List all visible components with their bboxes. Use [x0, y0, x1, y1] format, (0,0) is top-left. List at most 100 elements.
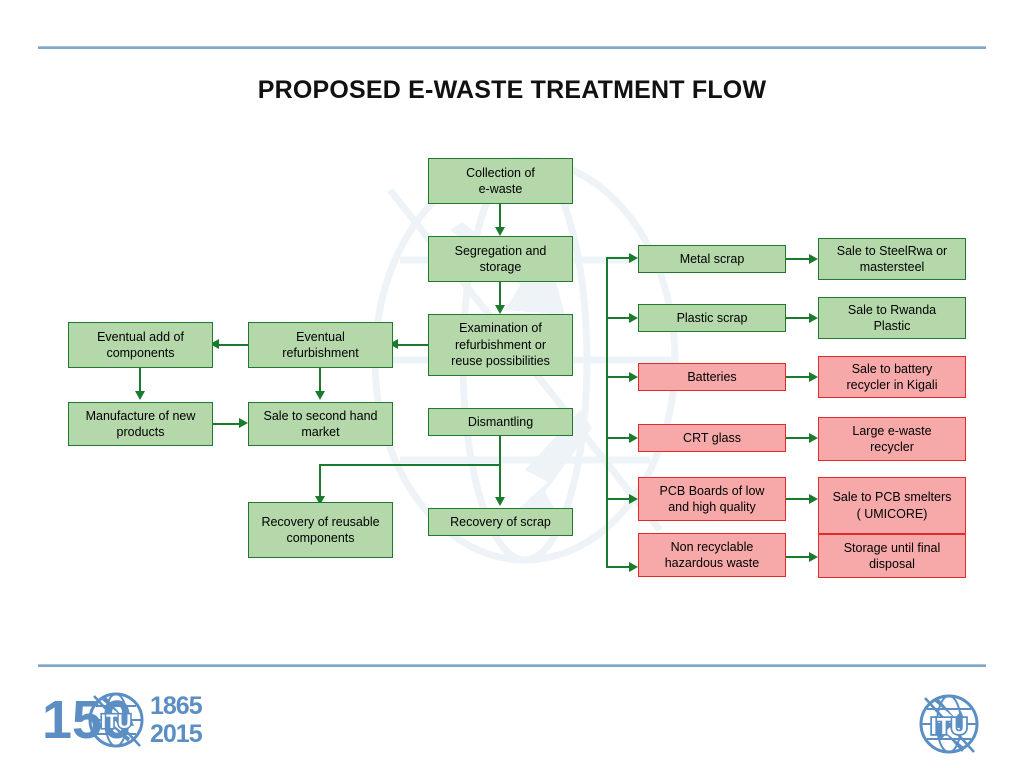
- node-rwanda-plastic-line2: Plastic: [873, 319, 911, 333]
- node-examination-line2: refurbishment or: [454, 337, 546, 352]
- arrowhead-trunk-to-metal-scrap: [629, 253, 638, 263]
- node-rwanda-plastic-line1: Sale to Rwanda: [847, 302, 937, 317]
- node-steelrwa-line2: mastersteel: [859, 260, 925, 274]
- node-metal-scrap-label: Metal scrap: [679, 251, 745, 266]
- connector-trunk-to-hazardous: [606, 566, 630, 569]
- logo-year-to: 2015: [150, 720, 203, 748]
- arrowhead-collection-to-segregation: [495, 227, 505, 236]
- node-hazardous-line2: hazardous waste: [664, 556, 760, 570]
- node-sale-to-battery-recycler: Sale to battery recycler in Kigali: [818, 356, 966, 398]
- connector-crt-glass-to-large-ewaste: [786, 437, 810, 440]
- logo-150-itu-text: ITU: [101, 712, 132, 733]
- node-examination-line3: reuse possibilities: [451, 354, 550, 369]
- node-collection-line2: e-waste: [478, 182, 523, 196]
- node-manufacture-line2: products: [116, 425, 165, 439]
- connector-trunk-to-plastic-scrap: [606, 317, 630, 320]
- node-storage-until-final-disposal: Storage until final disposal: [818, 534, 966, 578]
- node-crt-glass: CRT glass: [638, 424, 786, 452]
- node-segregation-line2: storage: [479, 260, 522, 274]
- arrowhead-segregation-to-examination: [495, 305, 505, 314]
- node-recovery-of-scrap-line1: Recovery of scrap: [450, 514, 551, 529]
- node-pcb-boards-line1: PCB Boards of low: [659, 483, 765, 498]
- connector-collection-to-segregation: [499, 204, 502, 228]
- node-pcb-smelters-line2: ( UMICORE): [856, 506, 928, 521]
- node-manufacture-of-new-products: Manufacture of new products: [68, 402, 213, 446]
- node-add-components-line1: Eventual add of: [97, 329, 184, 344]
- arrowhead-hazardous-to-storage-final: [809, 552, 818, 562]
- connector-trunk-to-crt-glass: [606, 437, 630, 440]
- node-segregation: Segregation and storage: [428, 236, 573, 282]
- connector-examination-to-refurbishment: [398, 344, 430, 347]
- node-steelrwa-line1: Sale to SteelRwa or: [836, 243, 948, 258]
- node-hazardous-line1: Non recyclable: [670, 539, 754, 554]
- node-examination: Examination of refurbishment or reuse po…: [428, 314, 573, 376]
- node-eventual-refurbishment-line1: Eventual: [296, 329, 345, 344]
- node-eventual-refurbishment-line2: refurbishment: [282, 346, 359, 360]
- node-sale-to-second-hand-market: Sale to second hand market: [248, 402, 393, 446]
- node-pcb-boards-line2: and high quality: [668, 500, 756, 514]
- node-plastic-scrap: Plastic scrap: [638, 304, 786, 332]
- connector-trunk-to-metal-scrap: [606, 257, 630, 260]
- node-collection: Collection of e-waste: [428, 158, 573, 204]
- arrowhead-batteries-to-battery-recycler: [809, 372, 818, 382]
- node-large-ewaste-line1: Large e-waste: [852, 423, 932, 438]
- arrowhead-dismantling-to-recovery-scrap: [495, 497, 505, 506]
- node-dismantling: Dismantling: [428, 408, 573, 436]
- arrowhead-crt-glass-to-large-ewaste: [809, 433, 818, 443]
- connector-add-components-to-manufacture: [139, 368, 142, 392]
- node-battery-recycler-line2: recycler in Kigali: [846, 378, 938, 392]
- node-batteries: Batteries: [638, 363, 786, 391]
- arrowhead-pcb-boards-to-pcb-smelters: [809, 494, 818, 504]
- node-eventual-add-of-components: Eventual add of components: [68, 322, 213, 368]
- node-metal-scrap: Metal scrap: [638, 245, 786, 273]
- node-recovery-of-reusable-components: Recovery of reusable components: [248, 502, 393, 558]
- node-second-hand-line2: market: [301, 425, 340, 439]
- connector-metal-scrap-to-steelrwa: [786, 258, 810, 261]
- arrowhead-trunk-to-plastic-scrap: [629, 313, 638, 323]
- arrowhead-trunk-to-pcb-boards: [629, 494, 638, 504]
- node-large-ewaste-line2: recycler: [870, 440, 914, 454]
- itu-logo-text: ITU: [930, 713, 967, 739]
- node-pcb-smelters-line1: Sale to PCB smelters: [832, 490, 952, 504]
- connector-trunk-to-batteries: [606, 376, 630, 379]
- connector-hazardous-to-storage-final: [786, 556, 810, 559]
- node-add-components-line2: components: [106, 346, 175, 360]
- node-storage-final-line1: Storage until final: [843, 540, 941, 555]
- node-examination-line1: Examination of: [459, 321, 542, 336]
- arrowhead-trunk-to-crt-glass: [629, 433, 638, 443]
- node-large-ewaste-recycler: Large e-waste recycler: [818, 417, 966, 461]
- connector-refurbishment-to-add-components: [219, 344, 250, 347]
- itu-150-anniversary-logo: 150 1865 2015 ITU: [42, 690, 204, 750]
- connector-dismantling-to-reusable-drop: [319, 464, 322, 497]
- footer-divider: [38, 664, 986, 667]
- node-batteries-label: Batteries: [687, 369, 737, 384]
- node-sale-to-steelrwa: Sale to SteelRwa or mastersteel: [818, 238, 966, 280]
- node-recovery-of-scrap: Recovery of scrap: [428, 508, 573, 536]
- connector-plastic-scrap-to-rwanda-plastic: [786, 317, 810, 320]
- logo-year-from: 1865: [150, 692, 203, 720]
- connector-fraction-trunk: [606, 257, 609, 568]
- connector-pcb-boards-to-pcb-smelters: [786, 498, 810, 501]
- node-battery-recycler-line1: Sale to battery: [851, 361, 933, 376]
- connector-batteries-to-battery-recycler: [786, 376, 810, 379]
- connector-segregation-to-examination: [499, 282, 502, 306]
- arrowhead-add-components-to-manufacture: [135, 391, 145, 400]
- page-title: PROPOSED E-WASTE TREATMENT FLOW: [257, 76, 767, 104]
- node-storage-final-line2: disposal: [869, 557, 915, 571]
- node-segregation-line1: Segregation and: [454, 243, 547, 258]
- connector-dismantling-to-recovery-scrap: [499, 436, 502, 498]
- connector-manufacture-to-second-hand: [213, 423, 240, 426]
- arrowhead-metal-scrap-to-steelrwa: [809, 254, 818, 264]
- node-crt-glass-label: CRT glass: [683, 430, 741, 445]
- node-eventual-refurbishment: Eventual refurbishment: [248, 322, 393, 368]
- node-reusable-line1: Recovery of reusable: [261, 514, 380, 529]
- node-dismantling-line1: Dismantling: [467, 414, 534, 429]
- node-second-hand-line1: Sale to second hand: [263, 408, 378, 423]
- node-non-recyclable-hazardous-waste: Non recyclable hazardous waste: [638, 533, 786, 577]
- node-pcb-boards: PCB Boards of low and high quality: [638, 477, 786, 521]
- arrowhead-trunk-to-batteries: [629, 372, 638, 382]
- connector-dismantling-to-reusable: [319, 464, 501, 467]
- connector-refurbishment-to-second-hand: [319, 368, 322, 392]
- arrowhead-trunk-to-hazardous: [629, 562, 638, 572]
- connector-trunk-to-pcb-boards: [606, 498, 630, 501]
